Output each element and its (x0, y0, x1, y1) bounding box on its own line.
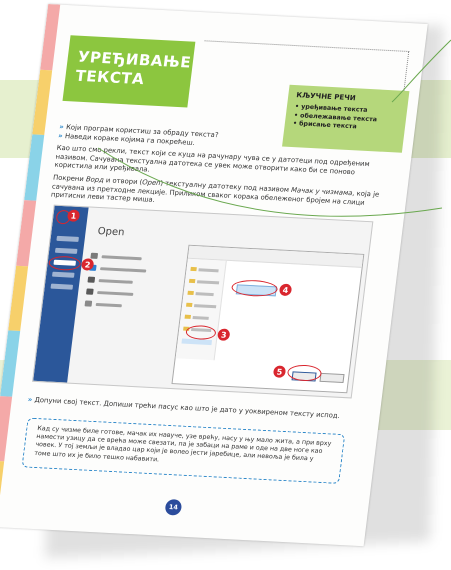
pointer-line-top (391, 39, 451, 103)
pointer-line-middle (97, 147, 443, 217)
pointer-line (97, 39, 451, 217)
